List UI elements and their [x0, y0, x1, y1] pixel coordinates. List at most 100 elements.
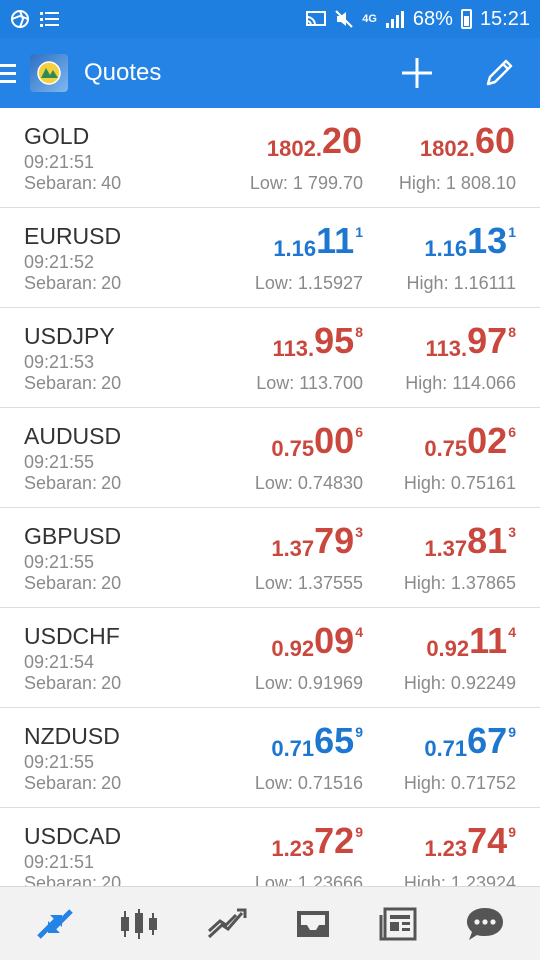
spread-value: 20 — [101, 373, 122, 393]
low-label: Low: — [256, 373, 295, 393]
signal-icon — [385, 9, 405, 29]
trade-icon — [207, 908, 247, 938]
spread-value: 20 — [101, 473, 122, 493]
spread-label: Sebaran: — [24, 673, 98, 693]
ask-price[interactable]: 1802. 60 — [420, 122, 516, 162]
clock: 15:21 — [479, 7, 530, 30]
quote-row[interactable]: EURUSD 09:21:52 Sebaran: 20 1.16 11 1 1.16 1… — [0, 208, 540, 308]
spread-info: Sebaran: 20 — [24, 873, 121, 886]
ask-price[interactable]: 113. 97 8 — [426, 322, 516, 362]
quote-row[interactable]: AUDUSD 09:21:55 Sebaran: 20 0.75 00 6 0.75 0… — [0, 408, 540, 508]
quote-row[interactable]: GBPUSD 09:21:55 Sebaran: 20 1.37 79 3 1.37 8… — [0, 508, 540, 608]
low-info: Low: 1.15927 — [255, 273, 363, 294]
quote-time: 09:21:51 — [24, 152, 95, 172]
low-info: Low: 0.91969 — [255, 673, 363, 694]
ask-price[interactable]: 1.23 74 9 — [424, 822, 516, 862]
ask-price[interactable]: 1.37 81 3 — [424, 522, 516, 562]
bid-price[interactable]: 0.71 65 9 — [271, 722, 363, 762]
spread-value: 20 — [101, 773, 122, 793]
low-value: 1 799.70 — [292, 173, 363, 193]
bid-price[interactable]: 1802. 20 — [267, 122, 363, 162]
low-info: Low: 0.74830 — [255, 473, 363, 494]
spread-label: Sebaran: — [24, 473, 98, 493]
spread-info: Sebaran: 20 — [24, 473, 121, 494]
quote-row[interactable]: USDCHF 09:21:54 Sebaran: 20 0.92 09 4 0.92 1… — [0, 608, 540, 708]
ask-price-prefix: 0.92 — [426, 636, 470, 661]
bid-price[interactable]: 1.37 79 3 — [271, 522, 363, 562]
bid-price-prefix: 1.37 — [271, 536, 315, 561]
bid-price-pips: 11 — [316, 220, 355, 261]
ask-price-prefix: 0.71 — [424, 736, 468, 761]
ask-price-prefix: 0.75 — [424, 436, 468, 461]
quote-time: 09:21:51 — [24, 852, 95, 872]
nav-chart[interactable] — [116, 899, 166, 949]
quote-time: 09:21:52 — [24, 252, 95, 272]
low-info: Low: 1.23666 — [255, 873, 363, 886]
symbol-name: USDCHF — [24, 623, 120, 649]
bid-price-fraction: 9 — [355, 824, 363, 840]
edit-button[interactable] — [480, 54, 518, 92]
low-value: 0.74830 — [297, 473, 363, 493]
low-info: Low: 1.37555 — [255, 573, 363, 594]
high-value: 1.37865 — [450, 573, 516, 593]
nav-quotes[interactable] — [30, 899, 80, 949]
low-label: Low: — [254, 273, 293, 293]
bid-price-fraction: 3 — [355, 524, 363, 540]
bid-price-pips: 95 — [314, 320, 355, 361]
ask-price-pips: 67 — [467, 720, 508, 761]
high-value: 114.066 — [452, 373, 516, 393]
high-value: 0.75161 — [450, 473, 516, 493]
low-label: Low: — [254, 873, 293, 886]
bid-price-pips: 65 — [314, 720, 355, 761]
bid-price-fraction: 4 — [355, 624, 363, 640]
ask-price[interactable]: 0.71 67 9 — [424, 722, 516, 762]
quote-row[interactable]: USDCAD 09:21:51 Sebaran: 20 1.23 72 9 1.23 7… — [0, 808, 540, 887]
ask-price-fraction: 4 — [508, 624, 516, 640]
ask-price[interactable]: 0.92 11 4 — [426, 622, 516, 662]
high-info: High: 1.23924 — [404, 873, 516, 886]
high-label: High: — [405, 373, 448, 393]
bid-price-pips: 00 — [314, 420, 355, 461]
bid-price[interactable]: 0.92 09 4 — [271, 622, 363, 662]
bid-price[interactable]: 1.23 72 9 — [271, 822, 363, 862]
app-bar: Quotes — [0, 38, 540, 108]
nav-chat[interactable] — [460, 899, 510, 949]
bid-price-pips: 72 — [314, 820, 355, 861]
spread-value: 20 — [101, 273, 122, 293]
ask-price[interactable]: 1.16 13 1 — [424, 222, 516, 262]
high-info: High: 1.37865 — [404, 573, 516, 594]
low-value: 0.91969 — [297, 673, 363, 693]
spread-label: Sebaran: — [24, 373, 98, 393]
high-label: High: — [403, 773, 446, 793]
symbol-name: NZDUSD — [24, 723, 120, 749]
symbol-name: USDCAD — [24, 823, 122, 849]
quote-time: 09:21:54 — [24, 652, 95, 672]
ask-price-prefix: 1.23 — [424, 836, 468, 861]
quote-row[interactable]: NZDUSD 09:21:55 Sebaran: 20 0.71 65 9 0.71 6… — [0, 708, 540, 808]
quote-time: 09:21:55 — [24, 752, 95, 772]
ask-price[interactable]: 0.75 02 6 — [424, 422, 516, 462]
nav-news[interactable] — [374, 899, 424, 949]
add-symbol-button[interactable] — [398, 54, 436, 92]
bid-price-prefix: 1.16 — [273, 236, 317, 261]
status-bar: 4G 68% 15:21 — [0, 0, 540, 38]
quote-row[interactable]: USDJPY 09:21:53 Sebaran: 20 113. 95 8 113. 9… — [0, 308, 540, 408]
bid-price[interactable]: 113. 95 8 — [273, 322, 363, 362]
low-info: Low: 1 799.70 — [250, 173, 363, 194]
high-label: High: — [398, 173, 441, 193]
ask-price-fraction: 1 — [508, 224, 516, 240]
bid-price[interactable]: 0.75 00 6 — [271, 422, 363, 462]
hamburger-menu-icon[interactable] — [0, 38, 20, 108]
nav-trade[interactable] — [202, 899, 252, 949]
bid-price[interactable]: 1.16 11 1 — [273, 222, 363, 262]
high-info: High: 114.066 — [405, 373, 516, 394]
spread-info: Sebaran: 40 — [24, 173, 121, 194]
nav-history[interactable] — [288, 899, 338, 949]
symbol-name: EURUSD — [24, 223, 122, 249]
aperture-icon — [10, 9, 30, 29]
high-info: High: 0.92249 — [404, 673, 516, 694]
list-icon — [40, 9, 60, 29]
quote-row[interactable]: GOLD 09:21:51 Sebaran: 40 1802. 20 1802. 60… — [0, 108, 540, 208]
ask-price-fraction: 9 — [508, 724, 516, 740]
ask-price-pips: 02 — [467, 420, 508, 461]
